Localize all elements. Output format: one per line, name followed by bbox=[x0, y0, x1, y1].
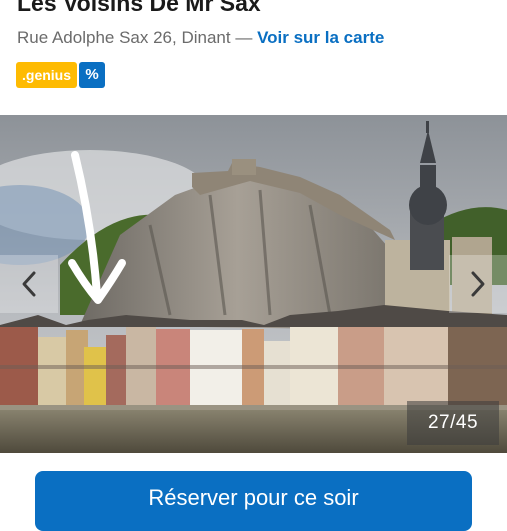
chevron-right-icon bbox=[471, 271, 485, 297]
address-separator: — bbox=[230, 28, 258, 47]
discount-badge: % bbox=[79, 62, 106, 88]
book-tonight-button[interactable]: Réserver pour ce soir bbox=[35, 471, 472, 531]
hotel-name: Les Voisins De Mr Sax bbox=[17, 0, 261, 16]
photo-counter: 27/45 bbox=[407, 401, 499, 445]
address-text: Rue Adolphe Sax 26, Dinant bbox=[17, 28, 231, 47]
map-link[interactable]: Voir sur la carte bbox=[257, 28, 384, 47]
chevron-left-icon bbox=[22, 271, 36, 297]
badge-row: .genius % bbox=[16, 62, 106, 88]
address-line: Rue Adolphe Sax 26, Dinant — Voir sur la… bbox=[17, 28, 384, 48]
previous-photo-button[interactable] bbox=[0, 255, 58, 313]
next-photo-button[interactable] bbox=[449, 255, 507, 313]
photo-gallery[interactable]: 27/45 bbox=[0, 115, 507, 453]
genius-badge: .genius bbox=[16, 62, 78, 88]
